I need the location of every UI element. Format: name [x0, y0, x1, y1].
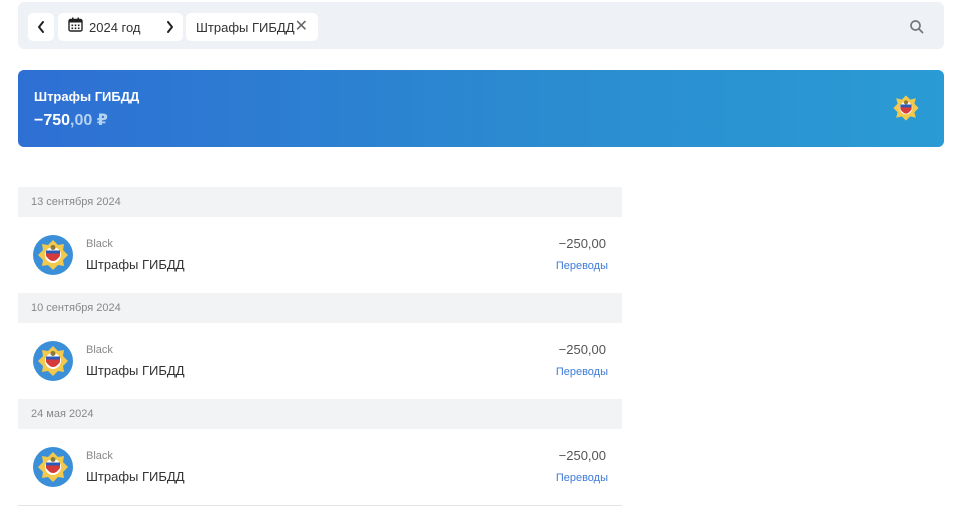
transaction-amount: −250,00: [558, 342, 606, 357]
next-period-button[interactable]: [157, 13, 183, 41]
transaction-category-link[interactable]: Переводы: [556, 260, 608, 272]
calendar-icon: [68, 17, 83, 37]
date-header: 13 сентября 2024: [18, 187, 622, 217]
summary-banner: Штрафы ГИБДД −750,00 ₽: [18, 70, 944, 147]
period-selector[interactable]: 2024 год: [58, 13, 168, 41]
chevron-left-icon: [37, 21, 45, 33]
search-icon[interactable]: [908, 18, 926, 36]
gibdd-emblem-icon: [33, 447, 73, 487]
period-label: 2024 год: [89, 19, 141, 35]
transaction-amount: −250,00: [558, 448, 606, 463]
transaction-account: Black: [86, 344, 113, 356]
summary-amount: −750,00 ₽: [34, 110, 108, 130]
transaction-amount: −250,00: [558, 236, 606, 251]
transaction-name: Штрафы ГИБДД: [86, 257, 185, 272]
transaction-row[interactable]: Black Штрафы ГИБДД −250,00 Переводы: [18, 429, 622, 505]
transaction-row[interactable]: Black Штрафы ГИБДД −250,00 Переводы: [18, 217, 622, 293]
date-header: 24 мая 2024: [18, 399, 622, 429]
tag-filter-chip[interactable]: Штрафы ГИБДД ✕: [186, 13, 318, 41]
chevron-right-icon: [166, 21, 174, 33]
list-divider: [18, 505, 622, 506]
gibdd-emblem-icon: [33, 341, 73, 381]
transaction-name: Штрафы ГИБДД: [86, 363, 185, 378]
summary-amount-fraction: ,00 ₽: [70, 112, 108, 129]
date-header: 10 сентября 2024: [18, 293, 622, 323]
transaction-row[interactable]: Black Штрафы ГИБДД −250,00 Переводы: [18, 323, 622, 399]
gibdd-emblem-icon: [33, 235, 73, 275]
transactions-list: 13 сентября 2024 Black Штрафы ГИБДД −250…: [18, 187, 622, 506]
gibdd-emblem-icon: [892, 94, 920, 122]
transaction-category-link[interactable]: Переводы: [556, 366, 608, 378]
transaction-account: Black: [86, 238, 113, 250]
prev-period-button[interactable]: [28, 13, 54, 41]
close-icon[interactable]: ✕: [295, 19, 308, 35]
transaction-category-link[interactable]: Переводы: [556, 472, 608, 484]
filter-bar: 2024 год Штрафы ГИБДД ✕: [18, 2, 944, 49]
summary-title: Штрафы ГИБДД: [34, 89, 140, 104]
tag-filter-label: Штрафы ГИБДД: [196, 19, 295, 35]
transaction-name: Штрафы ГИБДД: [86, 469, 185, 484]
transaction-account: Black: [86, 450, 113, 462]
summary-amount-integer: −750: [34, 112, 71, 129]
